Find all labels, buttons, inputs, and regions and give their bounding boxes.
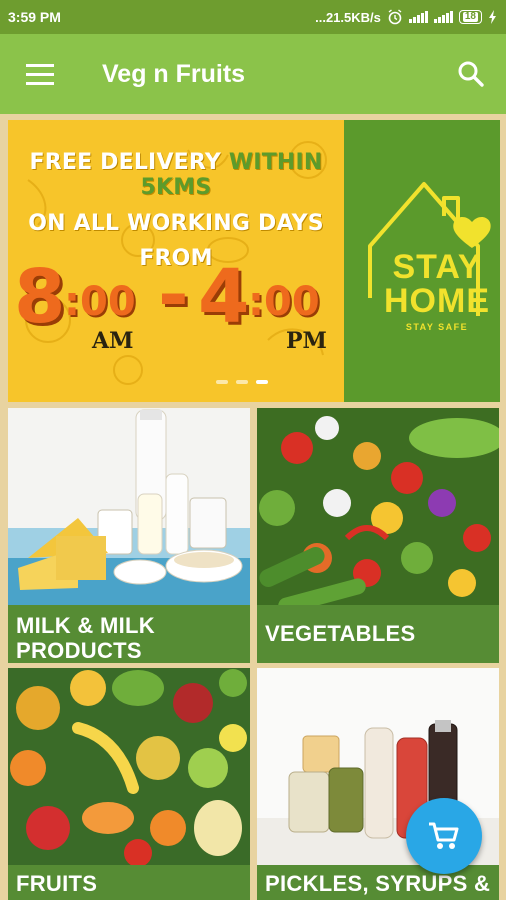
slide-indicator (216, 380, 268, 384)
slide-dot (236, 380, 248, 384)
net-speed: ...21.5KB/s (315, 9, 381, 25)
stay-word: STAY (392, 248, 482, 286)
cart-button[interactable] (406, 798, 482, 874)
end-period: PM (286, 328, 327, 354)
app-title: Veg n Fruits (102, 59, 246, 88)
home-word: HOME (384, 282, 490, 320)
charging-icon (489, 10, 496, 24)
menu-icon (26, 64, 54, 85)
delivery-banner: FREE DELIVERY WITHIN 5KMS ON ALL WORKING… (8, 120, 344, 402)
search-icon (458, 61, 484, 87)
start-hour: 8 (14, 254, 66, 340)
battery-icon: 18 (458, 10, 482, 24)
banner-line-1: FREE DELIVERY WITHIN 5KMS (29, 150, 323, 201)
stay-home-banner: STAY HOME STAY SAFE (344, 120, 500, 402)
vegetables-image (257, 408, 499, 605)
slide-dot-active (256, 380, 268, 384)
start-minutes: :00 (64, 279, 136, 325)
alarm-icon (388, 9, 402, 25)
end-minutes: :00 (248, 279, 320, 325)
menu-button[interactable] (0, 34, 80, 114)
status-icons: ...21.5KB/s 18 (315, 9, 498, 25)
fruits-image (8, 668, 250, 865)
category-label: PICKLES, SYRUPS & (257, 865, 499, 900)
end-hour: 4 (198, 254, 250, 340)
category-vegetables[interactable]: VEGETABLES (257, 408, 499, 663)
stay-safe-word: STAY SAFE (405, 322, 469, 332)
slide-dot (216, 380, 228, 384)
app-bar: Veg n Fruits (0, 34, 506, 114)
category-label: MILK & MILK PRODUCTS (8, 605, 250, 663)
delivery-hours: 8 :00 AM - 4 :00 PM (8, 252, 344, 380)
banner-line-2: ON ALL WORKING DAYS (28, 210, 324, 236)
category-label: VEGETABLES (257, 605, 499, 663)
milk-products-image (8, 408, 250, 605)
cart-icon (429, 822, 459, 849)
category-label: FRUITS (8, 865, 250, 900)
category-fruits[interactable]: FRUITS (8, 668, 250, 900)
time-dash: - (158, 252, 189, 338)
promo-banner[interactable]: FREE DELIVERY WITHIN 5KMS ON ALL WORKING… (8, 120, 500, 402)
search-button[interactable] (436, 34, 506, 114)
stay-home-text: STAY HOME STAY SAFE (384, 250, 490, 332)
battery-level: 18 (462, 11, 478, 22)
status-time: 3:59 PM (8, 9, 61, 25)
wifi-icon (433, 11, 453, 23)
status-bar: 3:59 PM ...21.5KB/s 18 (0, 0, 506, 34)
signal-icon (408, 11, 428, 23)
category-milk[interactable]: MILK & MILK PRODUCTS (8, 408, 250, 663)
start-period: AM (92, 328, 134, 354)
